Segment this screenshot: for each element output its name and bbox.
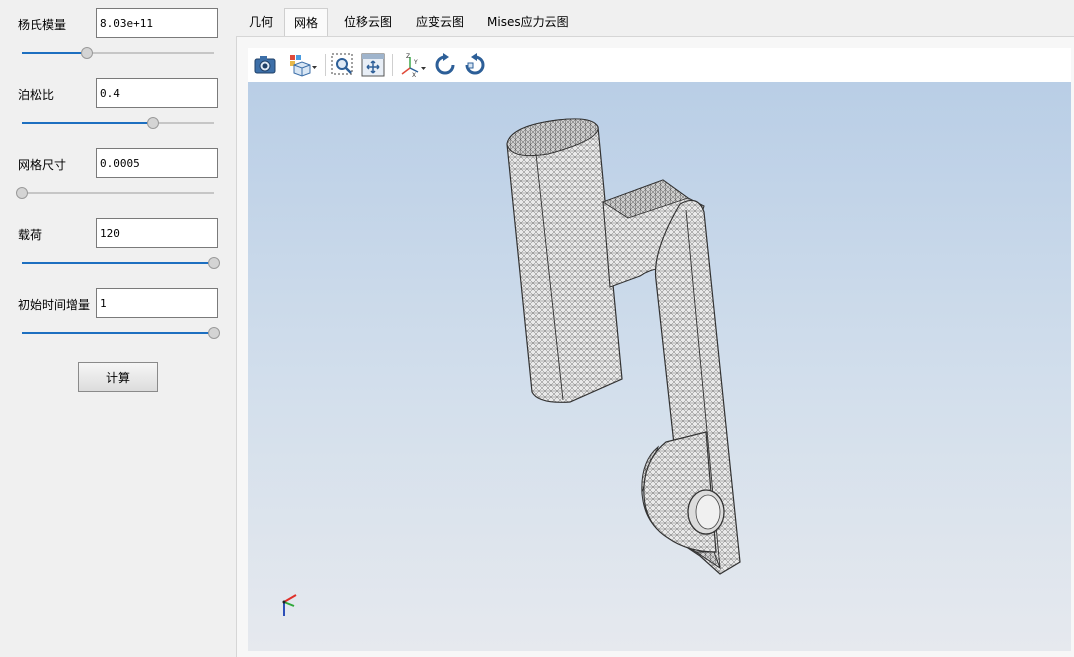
mesh-size-label: 网格尺寸 xyxy=(18,158,67,172)
poisson-ratio-label: 泊松比 xyxy=(18,88,55,102)
left-column xyxy=(506,118,623,403)
axes-triad-icon[interactable]: ZYX xyxy=(398,52,428,79)
poisson-ratio-input[interactable] xyxy=(96,78,218,108)
view-cube-icon[interactable] xyxy=(288,52,320,78)
youngs-modulus-slider[interactable] xyxy=(22,47,214,59)
svg-text:X: X xyxy=(412,72,416,78)
tab-displacement[interactable]: 位移云图 xyxy=(335,8,401,36)
mesh-model xyxy=(282,118,741,616)
rotate-ccw-icon[interactable] xyxy=(462,52,488,78)
viewer-toolbar: ZYX xyxy=(248,48,1071,82)
svg-text:Z: Z xyxy=(406,53,410,60)
load-input[interactable] xyxy=(96,218,218,248)
rotate-cw-icon[interactable] xyxy=(432,52,458,78)
axes-triad-indicator xyxy=(282,594,297,616)
camera-icon[interactable] xyxy=(252,52,278,78)
calculate-button[interactable]: 计算 xyxy=(78,362,158,392)
poisson-ratio-slider[interactable] xyxy=(22,117,214,129)
zoom-box-icon[interactable] xyxy=(330,52,356,78)
mesh-viewport[interactable] xyxy=(248,82,1071,651)
mesh-size-input[interactable] xyxy=(96,148,218,178)
tab-geometry[interactable]: 几何 xyxy=(240,8,282,36)
fit-all-icon[interactable] xyxy=(360,52,386,78)
youngs-modulus-input[interactable] xyxy=(96,8,218,38)
tab-mises-stress[interactable]: Mises应力云图 xyxy=(478,8,578,36)
tab-strain[interactable]: 应变云图 xyxy=(407,8,473,36)
svg-text:Y: Y xyxy=(413,59,418,66)
load-label: 载荷 xyxy=(18,228,43,242)
youngs-modulus-label: 杨氏模量 xyxy=(18,18,67,32)
initial-time-increment-label: 初始时间增量 xyxy=(18,298,91,312)
tab-mesh[interactable]: 网格 xyxy=(284,8,329,36)
mesh-size-slider[interactable] xyxy=(16,187,214,199)
initial-time-increment-input[interactable] xyxy=(96,288,218,318)
load-slider[interactable] xyxy=(22,257,220,269)
initial-time-increment-slider[interactable] xyxy=(22,327,220,339)
